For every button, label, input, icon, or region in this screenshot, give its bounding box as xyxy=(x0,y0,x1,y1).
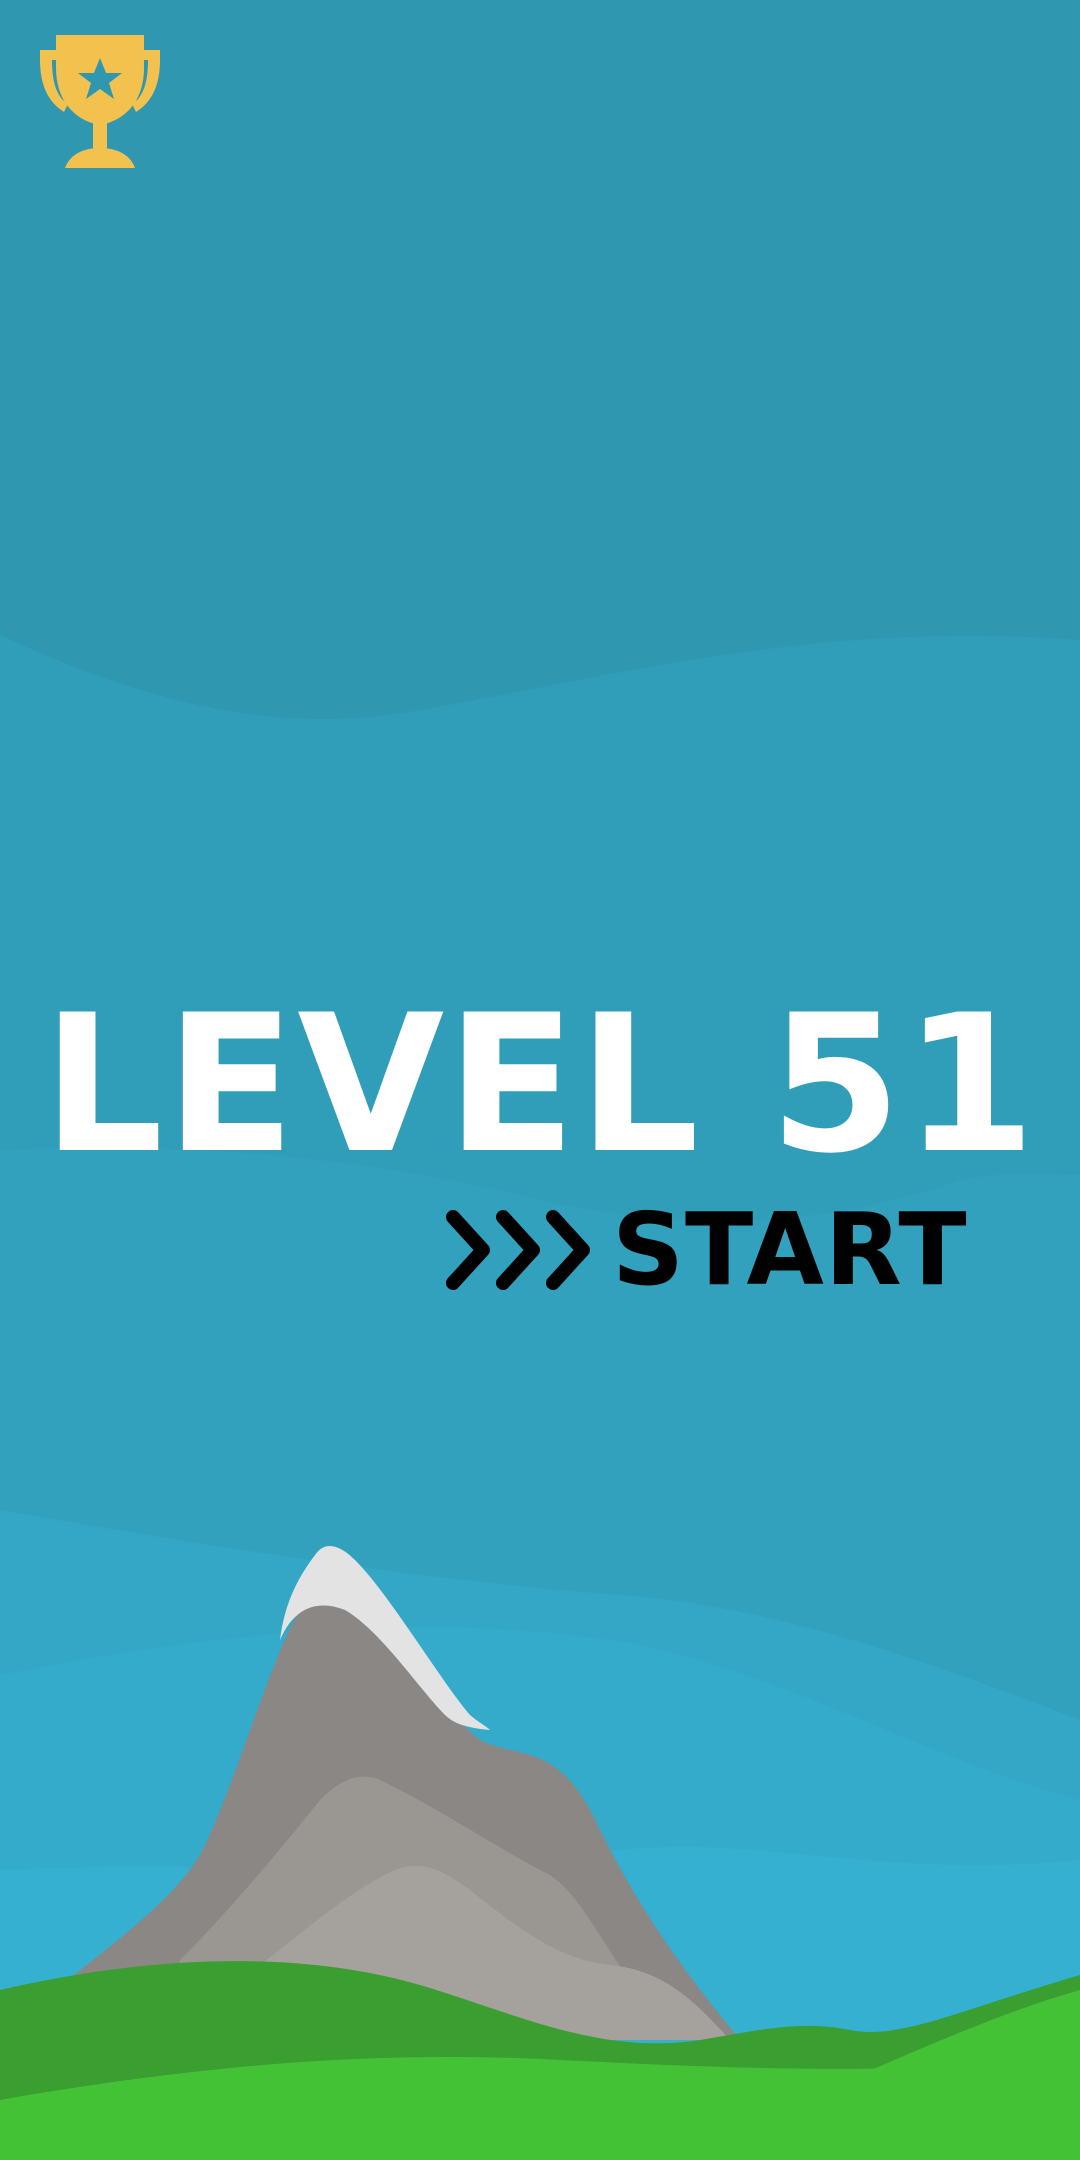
triple-chevron-right-icon xyxy=(446,1210,590,1290)
trophy-icon xyxy=(40,35,160,168)
start-label: START xyxy=(612,1191,968,1308)
level-title: LEVEL 51 xyxy=(42,974,1038,1195)
start-button[interactable]: START xyxy=(445,1195,968,1305)
trophy-button[interactable] xyxy=(30,30,170,170)
game-screen: LEVEL 51 START xyxy=(0,0,1080,2160)
